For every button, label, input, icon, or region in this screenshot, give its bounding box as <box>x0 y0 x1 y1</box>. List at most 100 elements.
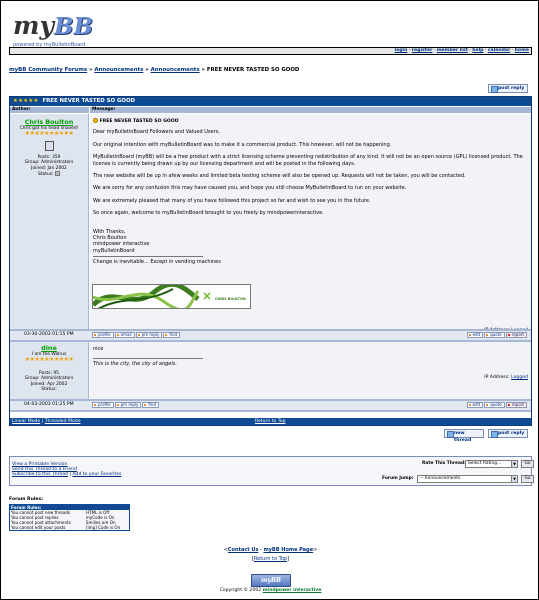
pm-button[interactable]: pm reply <box>114 402 142 408</box>
report-button[interactable]: report <box>505 402 527 408</box>
forum-jump-value: -- Announcements <box>420 476 461 481</box>
email-button[interactable]: email <box>114 332 135 338</box>
post-1-subject: FREE NEVER TASTED SO GOOD <box>99 119 179 124</box>
breadcrumb-sep: » <box>143 67 151 73</box>
copyright-text: Copyright © 2002 <box>219 588 262 593</box>
post-1-para-7: So once again, welcome to myBulletinBoar… <box>93 210 324 217</box>
post-1-para-1: Dear myBulletinBoard Followers and Value… <box>93 129 220 136</box>
post-reply-button-bottom[interactable]: post reply <box>488 429 528 438</box>
post-2-body: nice <box>93 346 104 352</box>
thread-option-links: View a Printable Version Send this Threa… <box>12 462 122 477</box>
rating-select-value: Select Rating... <box>468 461 502 466</box>
contact-us-link[interactable]: Contact Us <box>228 547 259 553</box>
quote-button[interactable]: quote <box>484 332 505 338</box>
profile-button[interactable]: profile <box>92 332 114 338</box>
signature-divider <box>93 358 203 360</box>
breadcrumb-current: FREE NEVER TASTED SO GOOD <box>206 67 300 73</box>
post-1-subject-row: FREE NEVER TASTED SO GOOD <box>93 118 528 125</box>
company-link[interactable]: mindpower interactive <box>263 588 322 593</box>
post-2-ip: IP Address: Logged <box>484 375 528 381</box>
edit-button[interactable]: edit <box>466 332 484 338</box>
signature-banner-text: CHRIS BOULTON <box>215 297 246 301</box>
post-icon <box>93 118 98 123</box>
powered-by-logo[interactable]: myBB <box>251 574 291 587</box>
breadcrumb-subforum[interactable]: Announcements <box>151 67 200 73</box>
post-2-ip-label: IP Address: <box>484 375 510 380</box>
nav-calendar[interactable]: calendar <box>488 48 510 53</box>
nav-home[interactable]: home <box>515 48 529 53</box>
post-1-footer: 03-30-2003 01:15 PM profile email pm reply… <box>10 331 531 340</box>
threaded-mode-link[interactable]: Threaded Mode <box>45 419 81 424</box>
forum-jump-label: Forum Jump: <box>382 476 414 481</box>
chevron-down-icon: ▼ <box>511 476 517 482</box>
thread-mode-bar: Linear Mode | Threaded Mode Return to To… <box>10 418 531 425</box>
find-button[interactable]: find <box>163 332 181 338</box>
col-message-header: Message: <box>90 107 531 113</box>
post-1-signoff-4: myBulletinBoard <box>93 247 135 254</box>
post-1-date: 03-30-2003 01:15 PM <box>24 332 74 337</box>
thread-table: ★★★★★ FREE NEVER TASTED SO GOOD Author: … <box>9 96 532 426</box>
forum-rules: Forum Rules: Forum Rules: You cannot pos… <box>9 497 130 531</box>
return-to-top-link[interactable]: Return to Top <box>255 418 286 425</box>
new-thread-button[interactable]: new thread <box>444 429 484 443</box>
post-1-para-5: We are sorry for any confusion this may … <box>93 185 407 192</box>
find-button[interactable]: find <box>142 402 159 408</box>
pm-button[interactable]: pm reply <box>135 332 163 338</box>
post-2-mod-buttons: edit quote report <box>466 402 528 409</box>
post-reply-button-top[interactable]: post reply <box>488 84 528 93</box>
nav-help[interactable]: help <box>472 48 483 53</box>
profile-button[interactable]: profile <box>92 402 114 408</box>
linear-mode-link[interactable]: Linear Mode <box>12 419 40 424</box>
chevron-down-icon: ▼ <box>511 461 517 467</box>
col-author-header: Author: <box>10 107 89 113</box>
rate-go-button[interactable]: Go <box>521 460 534 468</box>
breadcrumb-category[interactable]: Announcements <box>94 67 143 73</box>
thread-title: FREE NEVER TASTED SO GOOD <box>42 98 136 104</box>
forum-logo[interactable]: my BB powered by myBulletinBoard <box>13 11 115 48</box>
home-page-link[interactable]: myBB Home Page <box>263 547 313 553</box>
rate-thread-label: Rate This Thread: <box>422 461 466 466</box>
report-button[interactable]: report <box>505 332 527 338</box>
rating-select[interactable]: Select Rating... ▼ <box>465 460 518 468</box>
post-1-action-buttons: profile email pm reply find <box>92 332 181 339</box>
signature-divider <box>93 256 203 258</box>
post-1-signature: Change is inevitable... Except in vendin… <box>93 259 221 266</box>
post-2-signature: This is the city, the city of angels. <box>93 361 177 368</box>
post-1-mod-buttons: edit quote report <box>466 332 528 339</box>
thread-options-box: View a Printable Version Send this Threa… <box>9 456 534 486</box>
breadcrumb: myBB Community Forums » Announcements » … <box>9 67 299 73</box>
nav-register[interactable]: register <box>412 48 433 53</box>
nav-member-list[interactable]: member list <box>437 48 468 53</box>
footer-return-top-link[interactable]: Return to Top <box>254 556 287 562</box>
mode-links: Linear Mode | Threaded Mode <box>12 418 81 425</box>
edit-button[interactable]: edit <box>466 402 484 408</box>
quote-button[interactable]: quote <box>484 402 505 408</box>
subscribe-link[interactable]: Subscribe to this Thread <box>12 472 68 477</box>
post-1-avatar <box>44 141 54 151</box>
forum-jump-select[interactable]: -- Announcements ▼ <box>417 475 518 483</box>
post-1-status: Status: <box>10 171 88 177</box>
forum-rules-title: Forum Rules: <box>9 497 44 502</box>
top-navigation: login · register · member list · help · … <box>9 47 532 55</box>
post-1-para-3: MyBulletinBoard (myBB) will be a free pr… <box>93 154 523 167</box>
post-2-ip-value: Logged <box>511 375 528 380</box>
post-2-message: nice This is the city, the city of angel… <box>90 342 531 399</box>
post-2-author-name[interactable]: dine <box>10 344 88 352</box>
add-favorites-link[interactable]: Add to your Favorites <box>72 472 121 477</box>
thread-rating-stars: ★★★★★ <box>13 98 39 104</box>
post-1-para-2: Our original intention with myBulletinBo… <box>93 141 392 148</box>
breadcrumb-forum[interactable]: myBB Community Forums <box>9 67 87 73</box>
jump-go-button[interactable]: Go <box>521 475 534 483</box>
breadcrumb-sep: » <box>199 67 207 73</box>
rule-left-4: You cannot edit your posts <box>9 525 85 531</box>
post-2-status: Status: <box>41 387 57 393</box>
post-1-author-name[interactable]: Chris Boulton <box>10 118 88 126</box>
post-1-para-4: The new website will be up in afew weeks… <box>93 173 466 180</box>
post-1-status-label: Status: <box>38 172 54 178</box>
new-thread-label: new thread <box>454 431 472 443</box>
nav-login[interactable]: login <box>395 48 408 53</box>
copyright: Copyright © 2002 mindpower interactive <box>1 588 539 593</box>
post-2-footer: 04-03-2003 01:25 PM profile pm reply find … <box>10 401 531 410</box>
logo-text-my: my <box>13 11 54 40</box>
post-1-signature-banner: CHRIS BOULTON <box>92 284 251 309</box>
